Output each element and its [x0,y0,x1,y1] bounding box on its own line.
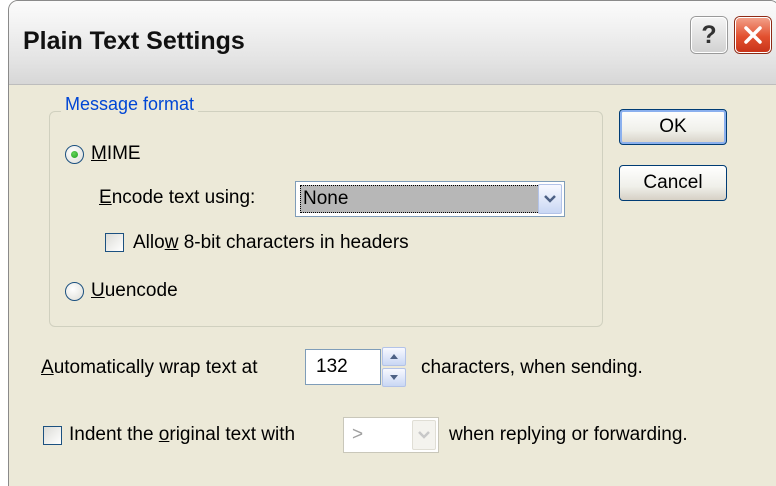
chevron-down-icon [390,375,398,380]
spin-down-button[interactable] [382,368,406,387]
mnemonic-w: w [164,232,179,253]
mnemonic-u: U [91,280,105,301]
dialog-title: Plain Text Settings [23,27,245,55]
encode-dropdown-button[interactable] [538,184,562,214]
wrap-suffix-label: characters, when sending. [421,357,643,378]
encode-text-label: Encode text using: [99,187,255,209]
close-icon [744,26,762,44]
radio-selected-dot [71,151,78,158]
indent-prefix-select[interactable]: > [343,417,439,453]
chevron-down-icon [544,195,556,203]
encode-text-select[interactable]: None [295,181,565,217]
wrap-width-spinner[interactable] [382,347,406,387]
wrap-text-label: Automatically wrap text at [41,357,258,379]
indent-suffix-label: when replying or forwarding. [449,424,688,445]
encode-label-rest: ncode text using: [111,187,256,208]
uuencode-radio[interactable] [65,282,84,301]
indent-dropdown-button[interactable] [412,420,436,450]
allow-label-a: Allo [133,232,165,253]
encode-text-value: None [300,185,540,213]
mnemonic-a: A [41,357,54,378]
mnemonic-m: M [91,143,107,164]
indent-label-rest: riginal text with [169,424,296,445]
help-icon: ? [701,20,717,49]
indent-label-a: Indent the [69,424,159,445]
mnemonic-e: E [99,187,112,208]
message-format-legend: Message format [61,94,199,115]
chevron-up-icon [390,354,398,359]
wrap-label-rest: utomatically wrap text at [53,357,258,378]
mime-label[interactable]: MIME [91,143,141,165]
allow-8bit-label[interactable]: Allow 8-bit characters in headers [133,232,409,254]
indent-label[interactable]: Indent the original text with [69,424,295,446]
uuencode-label[interactable]: Uuencode [91,280,178,302]
close-button[interactable] [735,17,771,53]
help-button[interactable]: ? [691,17,727,53]
plain-text-settings-dialog: Plain Text Settings ? Message format MIM… [8,0,776,486]
allow-8bit-checkbox[interactable] [105,233,124,252]
mime-radio[interactable] [65,145,84,164]
indent-prefix-value: > [352,424,364,445]
wrap-width-input[interactable]: 132 [305,349,381,385]
indent-checkbox[interactable] [43,426,62,445]
mime-label-rest: IME [106,143,141,164]
title-bar: Plain Text Settings ? [9,1,776,85]
cancel-button[interactable]: Cancel [619,165,727,201]
chevron-down-icon [418,431,430,439]
mnemonic-o: o [158,424,170,445]
ok-button[interactable]: OK [619,109,727,145]
uuencode-label-rest: uencode [104,280,178,301]
allow-label-rest: 8-bit characters in headers [178,232,409,253]
spin-up-button[interactable] [382,347,406,366]
